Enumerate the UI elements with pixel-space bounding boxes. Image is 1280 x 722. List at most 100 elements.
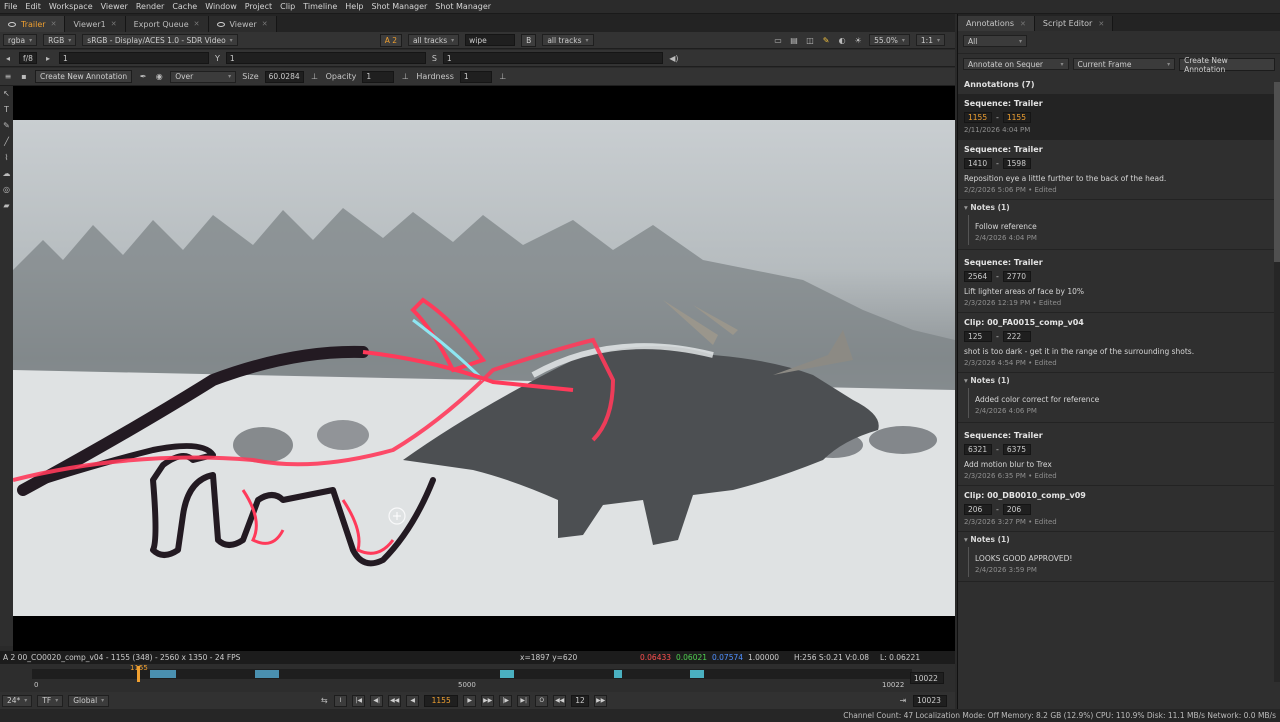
annotation-marker[interactable] — [500, 670, 514, 678]
brush-tool-icon[interactable]: ⌇ — [2, 152, 12, 162]
opacity-slider-icon[interactable]: ⊥ — [400, 72, 410, 82]
line-tool-icon[interactable]: ╱ — [2, 136, 12, 146]
menu-timeline[interactable]: Timeline — [299, 2, 341, 11]
menu-shot-manager[interactable]: Shot Manager — [368, 2, 432, 11]
zoom-dropdown[interactable]: 55.0% — [869, 34, 910, 46]
annotation-card[interactable]: Clip: 00_FA0015_comp_v04 125-222 shot is t… — [958, 313, 1280, 373]
wipe-field[interactable]: wipe — [465, 34, 516, 46]
annotation-card[interactable]: Clip: 00_DB0010_comp_v09 206-206 2/3/2026 … — [958, 486, 1280, 532]
b-tracks-dropdown[interactable]: all tracks — [542, 34, 594, 46]
gamma-icon[interactable]: ☀ — [853, 35, 863, 45]
s-field[interactable]: 1 — [442, 52, 663, 64]
fstop-field[interactable]: f/8 — [19, 52, 37, 64]
tab-viewer1[interactable]: Viewer1 ✕ — [65, 16, 126, 32]
menu-file[interactable]: File — [0, 2, 21, 11]
tab-trailer[interactable]: Trailer ✕ — [0, 16, 66, 32]
menu-viewer[interactable]: Viewer — [97, 2, 132, 11]
out-frame-field[interactable]: 10023 — [913, 694, 947, 707]
prev-keyframe-button[interactable]: ◀| — [370, 694, 384, 707]
brush-icon[interactable]: ✒ — [138, 72, 148, 82]
global-dropdown[interactable]: Global — [68, 694, 110, 707]
a-tracks-dropdown[interactable]: all tracks — [408, 34, 460, 46]
annotation-card[interactable]: Sequence: Trailer 2564-2770 Lift lighter a… — [958, 253, 1280, 313]
overlay-icon[interactable]: ◫ — [805, 35, 815, 45]
filter-dropdown[interactable]: All — [963, 35, 1027, 47]
color-wheel-icon[interactable]: ◉ — [154, 72, 164, 82]
safe-frame-icon[interactable]: ▭ — [773, 35, 783, 45]
image-plate[interactable] — [13, 120, 955, 616]
input-b-button[interactable]: B — [521, 33, 537, 47]
ratio-dropdown[interactable]: 1:1 — [915, 34, 945, 46]
notes-header[interactable]: ▾ Notes (1) — [958, 373, 1280, 388]
in-point-button[interactable]: I — [334, 694, 348, 707]
range-start-field[interactable]: 1155 — [964, 112, 992, 123]
annotation-marker[interactable] — [690, 670, 704, 678]
blend-mode-dropdown[interactable]: Over — [170, 70, 237, 83]
range-start-field[interactable]: 206 — [964, 504, 992, 515]
close-icon[interactable]: ✕ — [51, 20, 57, 28]
menu-shot-manager[interactable]: Shot Manager — [431, 2, 495, 11]
panel-create-annotation-button[interactable]: Create New Annotation — [1179, 56, 1275, 74]
step-forward-button[interactable]: ▶▶ — [594, 694, 608, 707]
notes-header[interactable]: ▾ Notes (1) — [958, 200, 1280, 215]
close-icon[interactable]: ✕ — [111, 20, 117, 28]
audio-icon[interactable]: ◀) — [669, 53, 679, 63]
menu-workspace[interactable]: Workspace — [45, 2, 97, 11]
scroll-thumb[interactable] — [1274, 82, 1280, 262]
step-back-icon[interactable]: ◂ — [3, 53, 13, 63]
tab-export-queue[interactable]: Export Queue ✕ — [125, 16, 209, 32]
play-button[interactable]: ▶ — [463, 694, 477, 707]
paint-brush-icon[interactable]: ✎ — [821, 35, 831, 45]
range-end-field[interactable]: 1598 — [1002, 158, 1031, 169]
annotation-tools-icon[interactable]: ≡ — [3, 72, 13, 82]
range-end-field[interactable]: 2770 — [1002, 271, 1031, 282]
range-end-field[interactable]: 1155 — [1002, 112, 1031, 123]
panel-scrollbar[interactable] — [1274, 82, 1280, 682]
menu-help[interactable]: Help — [341, 2, 367, 11]
out-point-button[interactable]: O — [535, 694, 549, 707]
menu-cache[interactable]: Cache — [168, 2, 201, 11]
next-keyframe-button[interactable]: |▶ — [499, 694, 513, 707]
exposure-icon[interactable]: ◐ — [837, 35, 847, 45]
size-field[interactable]: 60.0284 — [264, 70, 304, 83]
eraser-icon[interactable]: ▰ — [2, 200, 12, 210]
size-slider-icon[interactable]: ⊥ — [310, 72, 320, 82]
annotate-on-dropdown[interactable]: Annotate on Sequer — [963, 58, 1069, 70]
timeline-end-field[interactable]: 10022 — [910, 672, 944, 684]
viewer-canvas[interactable] — [13, 86, 955, 651]
annotation-marker[interactable] — [255, 670, 279, 678]
prev-frame-button[interactable]: ◀◀ — [388, 694, 402, 707]
close-icon[interactable]: ✕ — [1020, 20, 1026, 28]
gain-field[interactable]: 1 — [58, 52, 209, 64]
go-start-button[interactable]: |◀ — [352, 694, 366, 707]
play-reverse-button[interactable]: ◀ — [406, 694, 420, 707]
colorspace-dropdown[interactable]: RGB — [43, 34, 77, 46]
annotation-card[interactable]: Sequence: Trailer 1410-1598 Reposition eye… — [958, 140, 1280, 200]
annotation-marker[interactable] — [150, 670, 176, 678]
step-field[interactable]: 12 — [571, 694, 590, 707]
step-back-button[interactable]: ◀◀ — [553, 694, 567, 707]
y-field[interactable]: 1 — [225, 52, 426, 64]
loop-icon[interactable]: ⇆ — [319, 696, 329, 706]
annotation-card[interactable]: Sequence: Trailer 6321-6375 Add motion blu… — [958, 426, 1280, 486]
text-tool-icon[interactable]: T — [2, 104, 12, 114]
color-swatch-icon[interactable]: ▪ — [19, 72, 29, 82]
annotation-marker[interactable] — [614, 670, 622, 678]
tf-dropdown[interactable]: TF — [37, 694, 64, 707]
menu-edit[interactable]: Edit — [21, 2, 45, 11]
timeline[interactable]: 1155 0 5000 10022 10022 — [0, 664, 955, 692]
range-start-field[interactable]: 6321 — [964, 444, 992, 455]
mask-icon[interactable]: ▤ — [789, 35, 799, 45]
menu-window[interactable]: Window — [201, 2, 241, 11]
close-icon[interactable]: ✕ — [262, 20, 268, 28]
current-frame-field[interactable]: 1155 — [424, 694, 459, 707]
tab-viewer[interactable]: Viewer ✕ — [208, 16, 277, 32]
range-end-field[interactable]: 206 — [1002, 504, 1031, 515]
out-marker-icon[interactable]: ⇥ — [898, 696, 908, 706]
range-end-field[interactable]: 222 — [1002, 331, 1031, 342]
range-end-field[interactable]: 6375 — [1002, 444, 1031, 455]
hardness-field[interactable]: 1 — [459, 70, 492, 83]
fps-dropdown[interactable]: 24* — [2, 694, 33, 707]
clone-icon[interactable]: ◎ — [2, 184, 12, 194]
panel-tab-annotations[interactable]: Annotations ✕ — [958, 16, 1035, 31]
